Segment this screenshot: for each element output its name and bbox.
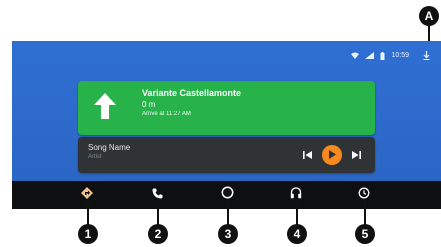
- status-bar: 10:59: [351, 51, 430, 60]
- media-controls: [303, 145, 361, 165]
- status-time: 10:59: [391, 52, 409, 59]
- callout-2: 2: [148, 224, 168, 244]
- nav-distance: 0 m: [142, 100, 156, 109]
- callout-1: 1: [78, 224, 98, 244]
- arrow-up-icon: [94, 92, 116, 124]
- navigation-card[interactable]: Variante Castellamonte 0 m Arrive at 11:…: [78, 81, 375, 135]
- turn-direction: [78, 81, 132, 135]
- media-text: Song Name Artist: [88, 143, 130, 161]
- nav-eta: Arrive at 11:27 AM: [142, 111, 191, 117]
- stage: A 10:59 Variante Castellamonte 0 m Arriv…: [0, 0, 441, 247]
- download-icon: [423, 51, 430, 60]
- navigation-text: Variante Castellamonte 0 m Arrive at 11:…: [142, 87, 241, 119]
- song-name: Song Name: [88, 143, 131, 152]
- skip-previous-icon[interactable]: [303, 151, 312, 159]
- play-button[interactable]: [322, 145, 342, 165]
- callout-a: A: [419, 6, 439, 26]
- battery-icon: [380, 51, 385, 60]
- media-card[interactable]: Song Name Artist: [78, 137, 375, 173]
- skip-next-icon[interactable]: [352, 151, 361, 159]
- callout-5: 5: [355, 224, 375, 244]
- wifi-icon: [351, 52, 360, 59]
- nav-street: Variante Castellamonte: [142, 88, 242, 98]
- play-icon: [328, 146, 336, 164]
- callout-3: 3: [218, 224, 238, 244]
- head-unit-screen: 10:59 Variante Castellamonte 0 m Arrive …: [12, 41, 441, 209]
- song-artist: Artist: [88, 154, 102, 160]
- callout-4: 4: [287, 224, 307, 244]
- signal-icon: [365, 52, 375, 59]
